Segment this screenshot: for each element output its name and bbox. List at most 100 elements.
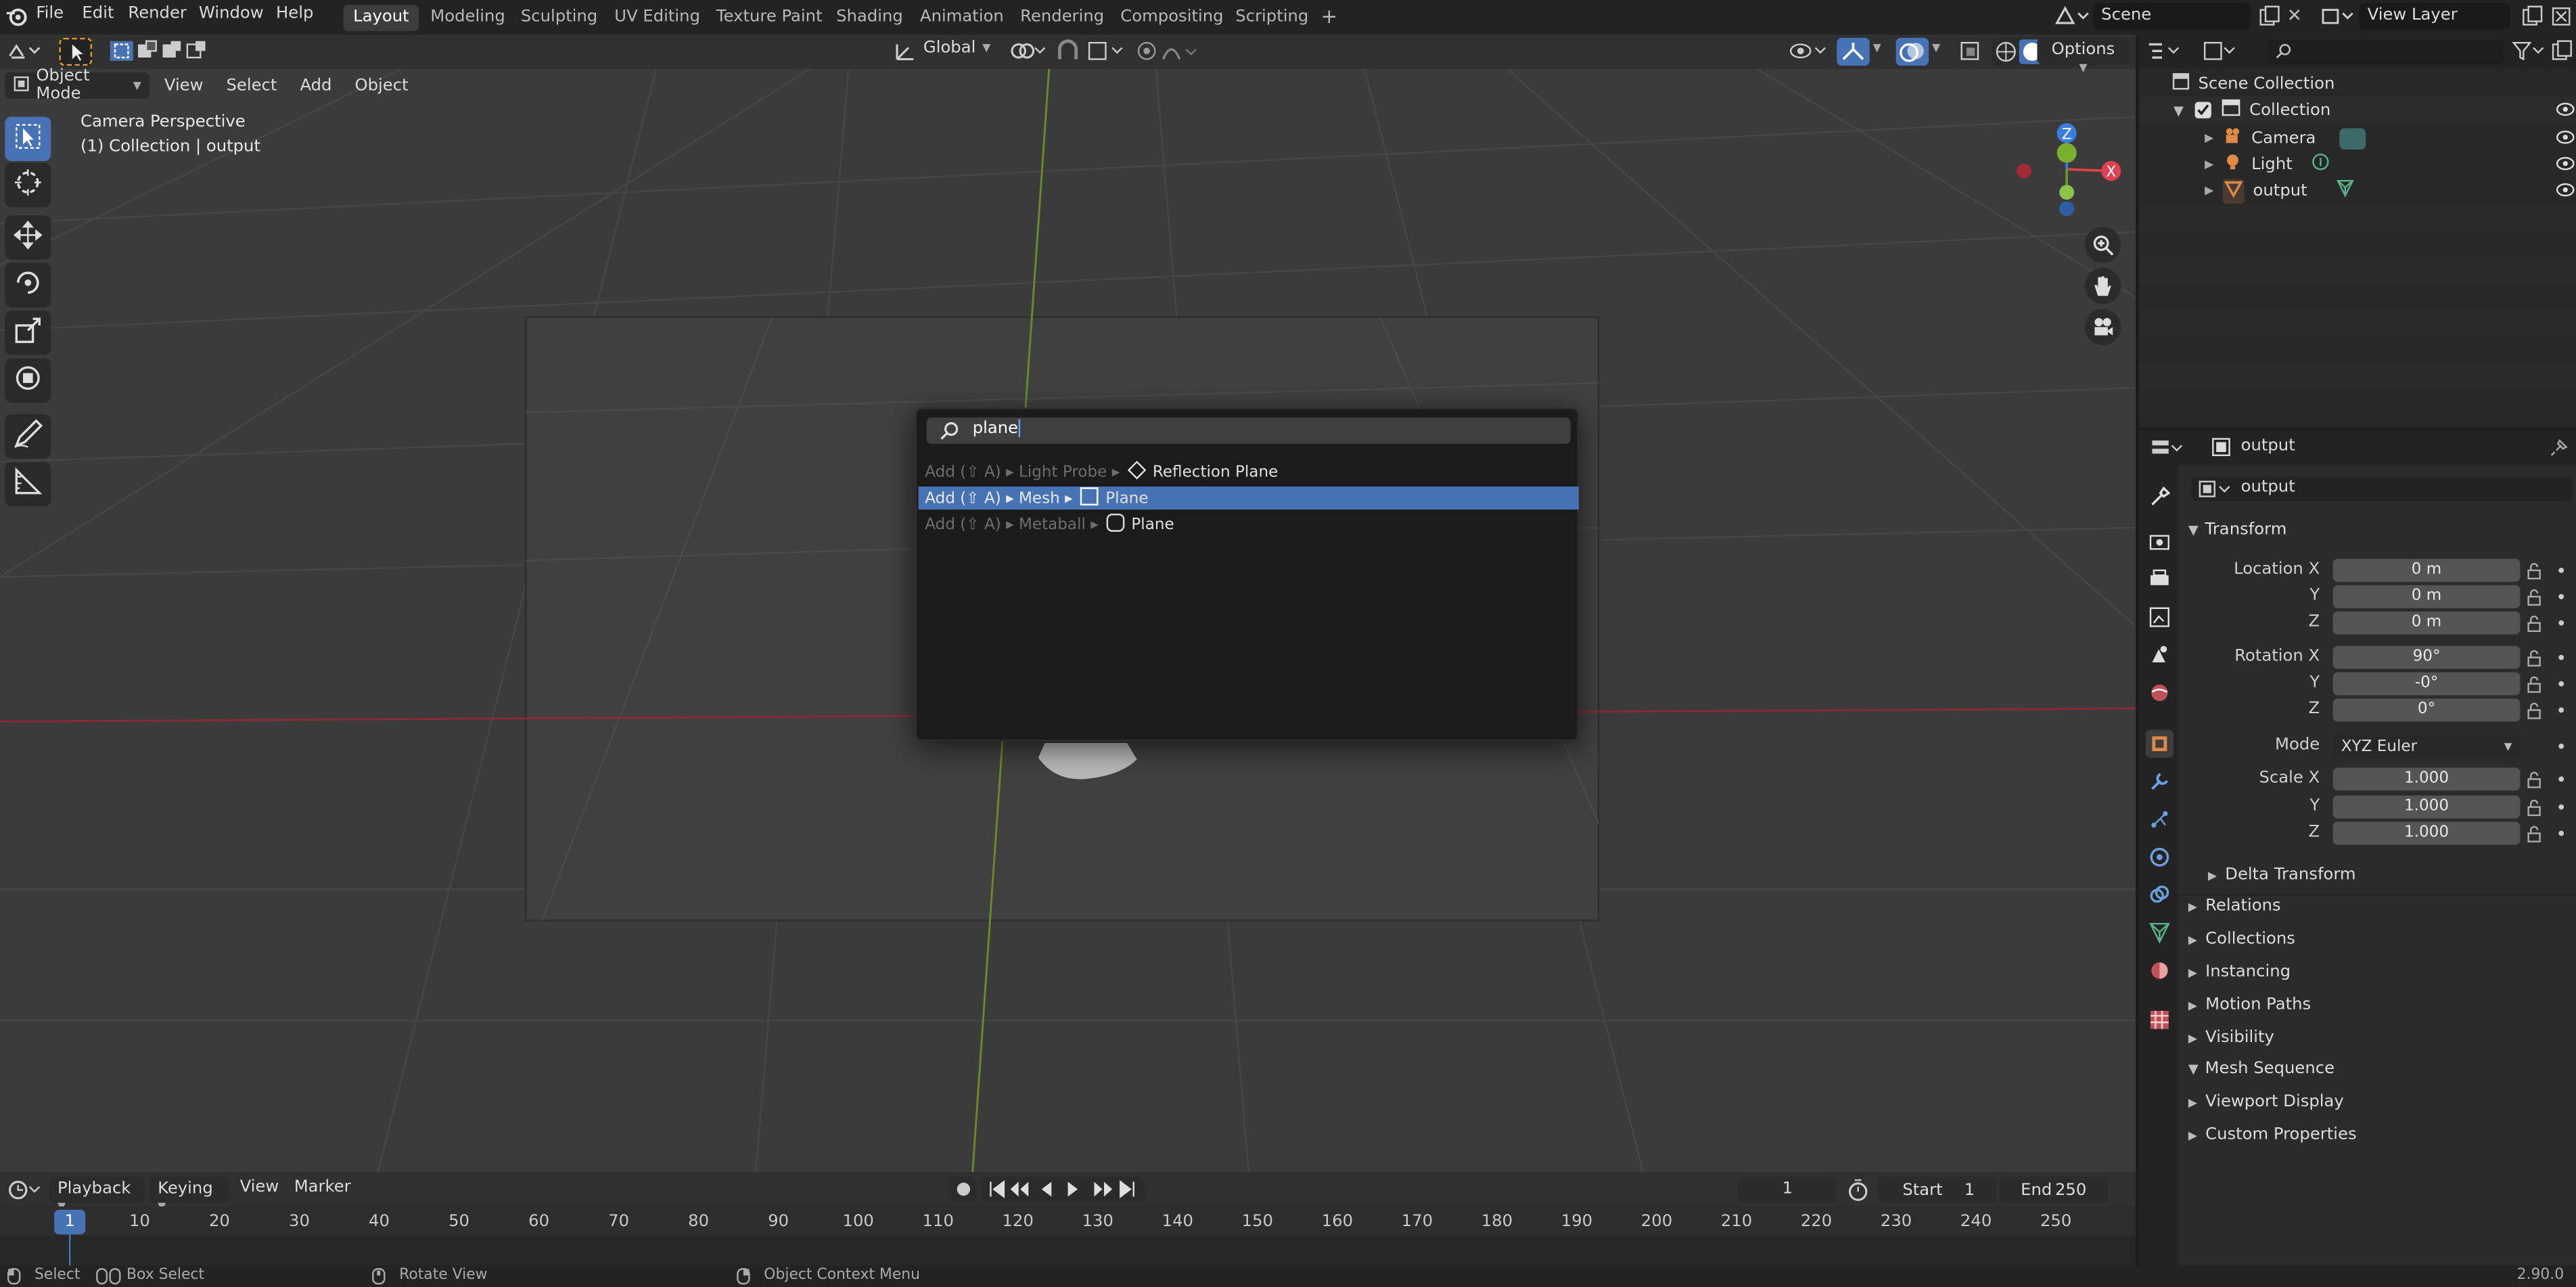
pivot-point-icon[interactable] [1009, 39, 1048, 67]
new-collection-icon[interactable] [2550, 39, 2573, 67]
object-name-field[interactable]: output [2191, 476, 2573, 501]
rotation-mode-dropdown[interactable]: XYZ Euler ▾ [2332, 734, 2521, 758]
location-z-lock-icon[interactable] [2527, 614, 2543, 637]
outliner-row-camera[interactable]: ▶ Camera [2139, 125, 2576, 152]
expand-arrow-icon[interactable]: ▶ [2205, 158, 2213, 171]
delta-transform-subpanel[interactable]: ▶ Delta Transform [2208, 866, 2356, 884]
overlays-dropdown-icon[interactable]: ▾ [1932, 39, 1940, 58]
search-result-mesh-plane[interactable]: Add (⇧ A) ▸ Mesh ▸ Plane [918, 487, 1579, 510]
outliner-row-light[interactable]: ▶ Light [2139, 151, 2576, 177]
display-mode-icon[interactable] [2201, 39, 2237, 67]
menu-view[interactable]: View [164, 76, 204, 95]
navigation-gizmo[interactable]: X Z [1996, 114, 2131, 229]
object-mode-dropdown[interactable]: Object Mode ▾ [5, 68, 150, 104]
visibility-icon[interactable] [1787, 39, 1837, 67]
pin-icon[interactable] [2550, 437, 2569, 461]
gizmo-dropdown-icon[interactable]: ▾ [1873, 39, 1881, 58]
filter-icon[interactable] [2510, 39, 2546, 67]
playback-controls[interactable] [982, 1177, 1144, 1206]
output-tab-icon[interactable] [2146, 566, 2174, 593]
location-z-field[interactable]: 0 m [2332, 611, 2521, 635]
tab-layout[interactable]: Layout [343, 5, 419, 32]
scene-name-field[interactable]: Scene [2093, 3, 2251, 30]
tab-scripting[interactable]: Scripting [1226, 5, 1318, 31]
menu-add[interactable]: Add [300, 76, 331, 95]
select-mode-icons[interactable] [108, 39, 227, 67]
chevron-down-icon[interactable]: ▾ [982, 39, 990, 58]
menu-search-input[interactable]: plane [926, 417, 1571, 444]
relations-panel[interactable]: ▶ Relations [2188, 897, 2281, 916]
editor-type-icon[interactable] [7, 39, 43, 67]
object-tab-icon[interactable] [2145, 729, 2174, 758]
material-tab-icon[interactable] [2146, 957, 2174, 985]
tweak-tool[interactable] [5, 116, 51, 162]
scale-z-field[interactable]: 1.000 [2332, 821, 2521, 845]
tab-texture-paint[interactable]: Texture Paint [706, 5, 832, 31]
copy-view-layer-icon[interactable] [2520, 5, 2543, 32]
rotation-z-lock-icon[interactable] [2527, 702, 2543, 725]
scene-icon[interactable] [2054, 5, 2090, 32]
select-tool-icon[interactable] [59, 37, 93, 66]
texture-tab-icon[interactable] [2146, 1006, 2174, 1034]
pan-hand-icon[interactable] [2084, 267, 2121, 304]
modifiers-tab-icon[interactable] [2146, 767, 2174, 795]
scale-y-lock-icon[interactable] [2527, 799, 2543, 822]
zoom-icon[interactable] [2084, 227, 2121, 263]
render-tab-icon[interactable] [2146, 528, 2174, 556]
tab-shading[interactable]: Shading [827, 5, 913, 31]
measure-tool[interactable] [5, 461, 51, 507]
location-y-lock-icon[interactable] [2527, 589, 2543, 612]
expand-arrow-icon[interactable]: ▶ [2205, 184, 2213, 197]
exclude-checkbox[interactable] [2194, 101, 2212, 118]
search-result-metaball-plane[interactable]: Add (⇧ A) ▸ Metaball ▸ Plane [919, 512, 1579, 536]
tab-animation[interactable]: Animation [910, 5, 1013, 31]
tab-uv-editing[interactable]: UV Editing [605, 5, 710, 31]
playback-dropdown[interactable]: Playback ▾ [49, 1177, 145, 1217]
menu-help[interactable]: Help [276, 5, 313, 23]
outliner-editor-icon[interactable] [2146, 39, 2182, 67]
eye-icon[interactable] [2556, 130, 2575, 150]
rotation-x-lock-icon[interactable] [2527, 649, 2543, 672]
stopwatch-icon[interactable] [1847, 1179, 1870, 1206]
xray-icon[interactable] [1958, 39, 1981, 67]
cursor-tool[interactable] [5, 162, 51, 208]
eye-icon[interactable] [2556, 183, 2575, 202]
tab-rendering[interactable]: Rendering [1011, 5, 1114, 31]
transform-panel-header[interactable]: ▼ Transform [2188, 521, 2286, 539]
rotate-tool[interactable] [5, 263, 51, 308]
viewport-display-panel[interactable]: ▶ Viewport Display [2188, 1093, 2344, 1111]
scale-x-lock-icon[interactable] [2527, 771, 2543, 794]
keying-dropdown[interactable]: Keying ▾ [150, 1177, 229, 1217]
gizmo-toggle-icon[interactable] [1837, 37, 1870, 66]
keyframe-dot-icons[interactable] [2554, 559, 2567, 849]
scale-tool[interactable] [5, 311, 51, 355]
outliner-row-output[interactable]: ▶ output [2139, 177, 2576, 204]
rotation-y-field[interactable]: -0° [2332, 672, 2521, 696]
menu-render[interactable]: Render [128, 5, 186, 23]
tool-tab-icon[interactable] [2146, 483, 2174, 511]
orientation-dropdown[interactable]: Global [923, 39, 975, 58]
options-dropdown[interactable]: Options ▾ [2037, 37, 2130, 77]
rotation-x-field[interactable]: 90° [2332, 646, 2521, 669]
expand-arrow-icon[interactable]: ▶ [2205, 131, 2213, 144]
blender-logo-icon[interactable] [5, 5, 28, 32]
instancing-panel[interactable]: ▶ Instancing [2188, 963, 2291, 981]
search-result-reflection-plane[interactable]: Add (⇧ A) ▸ Light Probe ▸ Reflection Pla… [919, 459, 1579, 483]
scale-x-field[interactable]: 1.000 [2332, 767, 2521, 791]
rotation-z-field[interactable]: 0° [2332, 698, 2521, 722]
record-icon[interactable] [949, 1177, 976, 1202]
area-divider[interactable] [2136, 35, 2140, 1172]
close-scene-icon[interactable]: ✕ [2287, 5, 2302, 26]
proportional-editing-icon[interactable] [1137, 39, 1203, 67]
collections-panel[interactable]: ▶ Collections [2188, 930, 2295, 949]
view-layer-icon[interactable] [2320, 5, 2355, 32]
timeline-menu-marker[interactable]: Marker [294, 1179, 351, 1197]
collapse-arrow-icon[interactable]: ▼ [2174, 103, 2184, 118]
outliner-row-collection[interactable]: ▼ Collection [2139, 97, 2576, 124]
move-tool[interactable] [5, 215, 51, 260]
scale-z-lock-icon[interactable] [2527, 825, 2543, 848]
constraints-tab-icon[interactable] [2146, 881, 2174, 909]
annotate-tool[interactable] [5, 414, 51, 459]
copy-scene-icon[interactable] [2257, 5, 2280, 32]
outliner-row-scene-collection[interactable]: Scene Collection [2139, 70, 2576, 97]
